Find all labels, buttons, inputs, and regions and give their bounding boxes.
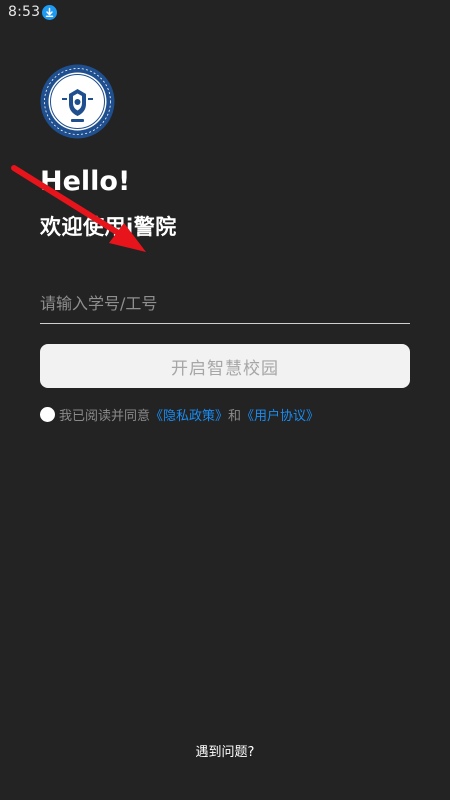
- privacy-policy-link[interactable]: 《隐私政策》: [150, 405, 228, 424]
- help-link[interactable]: 遇到问题?: [0, 741, 450, 760]
- status-time: 8:53: [8, 4, 41, 20]
- agreement-prefix: 我已阅读并同意: [59, 408, 151, 424]
- login-screen: 8:53 Hello! 欢迎使用i警院 开启智慧校园 我已阅读并同意 《: [0, 0, 450, 800]
- user-agreement-link[interactable]: 《用户协议》: [241, 405, 319, 424]
- hello-heading: Hello!: [40, 166, 131, 197]
- download-icon: [42, 5, 57, 20]
- college-logo: [40, 64, 115, 139]
- start-campus-button[interactable]: 开启智慧校园: [40, 344, 410, 388]
- status-bar: 8:53: [0, 0, 450, 26]
- student-id-input[interactable]: [40, 284, 410, 322]
- welcome-heading: 欢迎使用i警院: [40, 215, 177, 239]
- input-underline: [40, 323, 410, 324]
- agreement-conjunction: 和: [228, 408, 242, 424]
- agreement-row: 我已阅读并同意 《隐私政策》 和 《用户协议》: [40, 404, 319, 424]
- agree-checkbox[interactable]: [40, 406, 55, 422]
